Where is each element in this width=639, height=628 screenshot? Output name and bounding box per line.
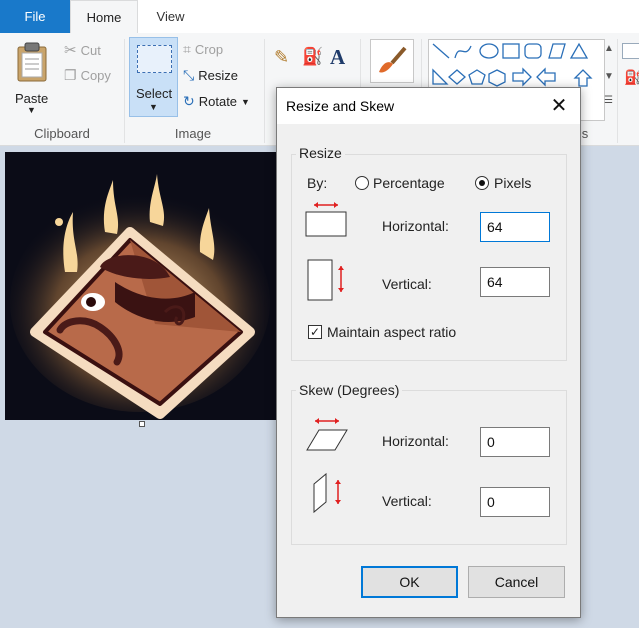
group-divider [124, 39, 125, 143]
group-divider [264, 39, 265, 143]
clipboard-group-label: Clipboard [34, 126, 90, 141]
tab-file[interactable]: File [0, 0, 70, 33]
fill-icon[interactable]: ⛽ [624, 69, 639, 86]
text-tool-icon[interactable]: A [330, 45, 345, 70]
resize-vertical-label: Vertical: [382, 276, 432, 292]
resize-vertical-input[interactable] [480, 267, 550, 297]
skew-horizontal-input[interactable] [480, 427, 550, 457]
percentage-radio[interactable] [355, 176, 369, 190]
pixels-label[interactable]: Pixels [494, 175, 531, 191]
rotate-label: Rotate [198, 94, 238, 109]
ribbon-tab-bar: File Home View [0, 0, 639, 34]
resize-section-label: Resize [296, 145, 345, 161]
copy-button[interactable]: ❐ Copy [64, 67, 111, 84]
paste-label: Paste [15, 91, 49, 106]
rotate-icon: ↻ [183, 93, 195, 109]
pyramid-character-image [10, 174, 270, 419]
skew-section-label: Skew (Degrees) [296, 382, 403, 398]
skew-horizontal-label: Horizontal: [382, 433, 449, 449]
percentage-label[interactable]: Percentage [373, 175, 445, 191]
group-divider [617, 39, 618, 143]
paste-button[interactable]: Paste ▼ [10, 39, 54, 117]
maintain-aspect-label[interactable]: Maintain aspect ratio [327, 324, 456, 340]
skew-horizontal-icon [306, 418, 348, 451]
shapes-scroll-down-icon[interactable]: ▼ [604, 71, 614, 82]
resize-skew-dialog: Resize and Skew ✕ Resize By: Percentage … [276, 87, 581, 618]
tab-view[interactable]: View [138, 0, 203, 33]
copy-label: Copy [80, 68, 111, 83]
clipboard-icon [17, 42, 47, 82]
by-label: By: [307, 175, 328, 191]
image-group-label: Image [174, 126, 212, 141]
tab-home[interactable]: Home [70, 0, 138, 34]
resize-horizontal-icon [305, 202, 347, 237]
resize-horizontal-label: Horizontal: [382, 218, 449, 234]
cut-label: Cut [80, 42, 101, 58]
cancel-button[interactable]: Cancel [468, 566, 565, 598]
resize-handle[interactable] [139, 421, 145, 427]
shapes-more-icon[interactable]: ☰ [604, 95, 613, 106]
select-button[interactable]: Select ▼ [129, 37, 178, 117]
close-icon[interactable]: ✕ [543, 92, 575, 120]
skew-vertical-icon [313, 472, 341, 514]
copy-icon: ❐ [64, 67, 77, 83]
pixels-radio[interactable] [475, 176, 489, 190]
rotate-dropdown-icon: ▼ [241, 96, 250, 107]
dialog-titlebar[interactable]: Resize and Skew ✕ [277, 88, 580, 124]
resize-icon: ⤡ [183, 67, 195, 83]
cut-button[interactable]: ✂ Cut [64, 41, 101, 59]
scissors-icon: ✂ [64, 42, 77, 59]
shapes-scroll-up-icon[interactable]: ▲ [604, 43, 614, 54]
resize-horizontal-input[interactable] [480, 212, 550, 242]
resize-vertical-icon [307, 259, 344, 301]
brush-icon [379, 46, 407, 73]
crop-label: Crop [194, 42, 224, 57]
fill-bucket-icon[interactable]: ⛽ [302, 47, 323, 67]
maintain-aspect-checkbox[interactable]: ✓ [308, 325, 322, 339]
pencil-icon[interactable]: ✎ [274, 47, 289, 68]
rotate-button[interactable]: ↻ Rotate ▼ [183, 93, 250, 110]
resize-button[interactable]: ⤡ Resize [183, 67, 238, 84]
dialog-title: Resize and Skew [286, 98, 395, 114]
select-rect-icon [137, 45, 172, 73]
ok-button[interactable]: OK [361, 566, 458, 598]
skew-vertical-label: Vertical: [382, 493, 432, 509]
crop-button[interactable]: ⌗ Crop [183, 41, 223, 58]
outline-icon[interactable] [622, 43, 639, 59]
skew-vertical-input[interactable] [480, 487, 550, 517]
brushes-button[interactable] [370, 39, 414, 83]
crop-icon: ⌗ [183, 41, 191, 57]
select-dropdown-icon[interactable]: ▼ [149, 102, 158, 112]
select-label: Select [136, 86, 173, 101]
paste-dropdown-icon[interactable]: ▼ [27, 105, 36, 115]
canvas-image[interactable] [5, 152, 277, 420]
resize-label: Resize [198, 68, 238, 83]
skew-group [291, 390, 567, 545]
